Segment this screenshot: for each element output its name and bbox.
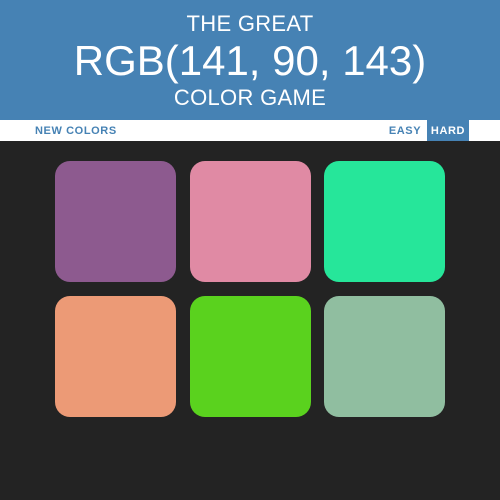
easy-mode-button[interactable]: EASY [387, 120, 423, 141]
new-colors-button[interactable]: NEW COLORS [35, 120, 117, 141]
color-square[interactable] [190, 161, 311, 282]
title-bottom: COLOR GAME [173, 85, 327, 110]
control-stripe: NEW COLORS EASY HARD [0, 120, 500, 141]
rgb-display: RGB(141, 90, 143) [73, 37, 427, 84]
color-square[interactable] [324, 161, 445, 282]
hard-mode-button[interactable]: HARD [427, 120, 469, 141]
color-square[interactable] [55, 161, 176, 282]
color-square[interactable] [324, 296, 445, 417]
title-top: THE GREAT [186, 11, 314, 36]
color-square[interactable] [55, 296, 176, 417]
color-square[interactable] [190, 296, 311, 417]
header: THE GREAT RGB(141, 90, 143) COLOR GAME [0, 0, 500, 120]
squares-container [0, 141, 500, 500]
